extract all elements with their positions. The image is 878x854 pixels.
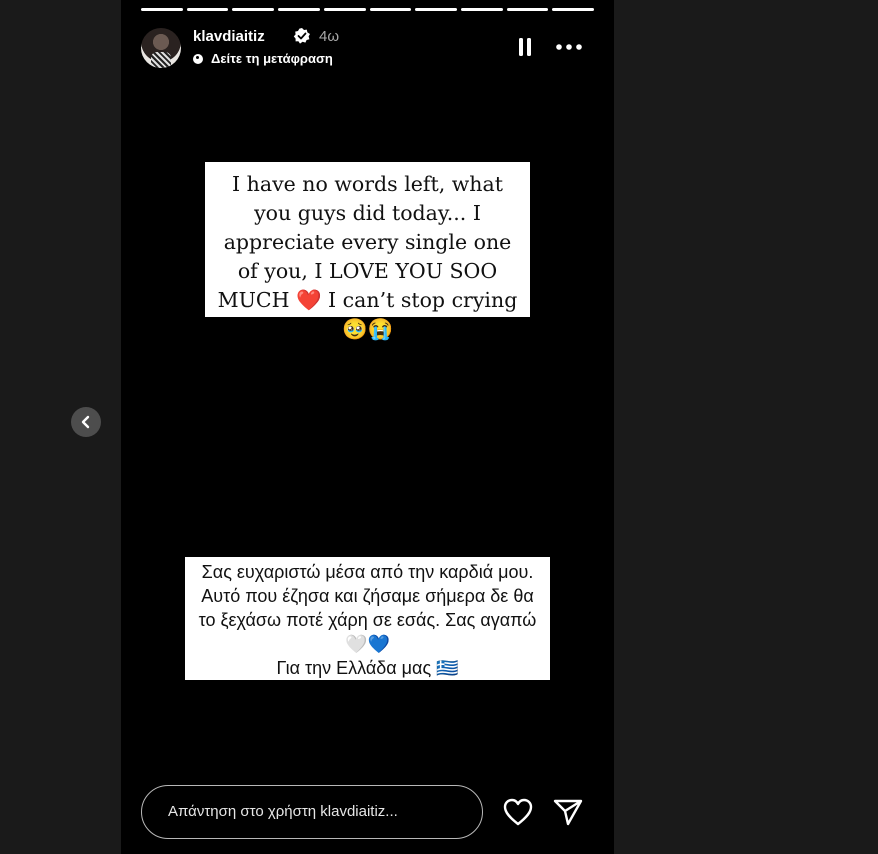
story-text-card-english: I have no words left, what you guys did … bbox=[205, 162, 530, 341]
progress-segment bbox=[141, 8, 183, 11]
story-header: klavdiaitiz 4ω Δείτε τη μετάφραση bbox=[141, 26, 594, 70]
story-viewer: klavdiaitiz 4ω Δείτε τη μετάφραση I have… bbox=[121, 0, 614, 854]
reply-input[interactable]: Απάντηση στο χρήστη klavdiaitiz... bbox=[141, 785, 483, 839]
globe-icon bbox=[193, 53, 203, 64]
progress-segment bbox=[506, 8, 549, 11]
username-link[interactable]: klavdiaitiz bbox=[193, 28, 265, 45]
progress-segment bbox=[323, 8, 366, 11]
progress-segment bbox=[369, 8, 412, 11]
progress-segment bbox=[278, 8, 320, 11]
progress-segment bbox=[415, 8, 457, 11]
avatar[interactable] bbox=[141, 28, 181, 68]
progress-segment bbox=[460, 8, 503, 11]
chevron-left-icon bbox=[81, 415, 90, 429]
progress-segment bbox=[232, 8, 275, 11]
story-progress-bar bbox=[141, 8, 595, 11]
see-translation-link[interactable]: Δείτε τη μετάφραση bbox=[193, 51, 333, 66]
verified-badge-icon bbox=[293, 28, 310, 44]
story-text-card-greek: Σας ευχαριστώ μέσα από την καρδιά μου. Α… bbox=[185, 557, 550, 680]
previous-story-button[interactable] bbox=[71, 407, 101, 437]
see-translation-label: Δείτε τη μετάφραση bbox=[211, 51, 333, 66]
progress-segment bbox=[552, 8, 595, 11]
heart-icon[interactable] bbox=[503, 798, 533, 826]
share-icon[interactable] bbox=[553, 798, 583, 826]
pause-icon[interactable] bbox=[518, 38, 532, 56]
post-time: 4ω bbox=[319, 28, 340, 45]
progress-segment bbox=[186, 8, 229, 11]
more-icon[interactable] bbox=[556, 44, 582, 50]
